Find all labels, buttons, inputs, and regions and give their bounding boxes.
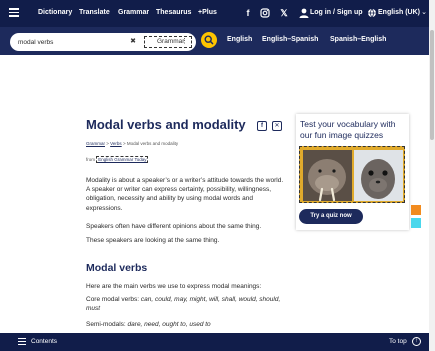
source-line: from English Grammar Today	[86, 156, 149, 163]
clear-search-icon[interactable]: ✖	[128, 37, 138, 47]
user-icon[interactable]	[298, 7, 310, 19]
nav-thesaurus[interactable]: Thesaurus	[156, 9, 191, 16]
scrollbar[interactable]	[429, 0, 435, 351]
chevron-down-icon[interactable]: ⌄	[420, 7, 428, 19]
hamburger-icon[interactable]	[9, 8, 19, 17]
accent-block-cyan	[411, 218, 421, 228]
lang-link-english[interactable]: English	[227, 36, 252, 43]
search-box: ✖ Grammar ⋮	[10, 33, 196, 51]
nav-translate[interactable]: Translate	[79, 9, 110, 16]
search-button[interactable]	[201, 32, 217, 48]
contents-button[interactable]: Contents	[31, 338, 57, 345]
bottom-bar: Contents To top ↑	[0, 333, 435, 351]
search-input[interactable]	[18, 36, 118, 48]
semi-modals-list: dare, need, ought to, used to	[127, 321, 211, 328]
intro-paragraph: Modality is about a speaker’s or a write…	[86, 177, 284, 212]
scrollbar-thumb[interactable]	[430, 30, 434, 140]
quiz-image[interactable]	[299, 146, 405, 203]
nav-dictionary[interactable]: Dictionary	[38, 9, 72, 16]
lang-link-spanish-english[interactable]: Spanish–English	[330, 36, 386, 43]
lang-link-english-spanish[interactable]: English–Spanish	[262, 36, 318, 43]
breadcrumb: Grammar > Verbs > Modal verbs and modali…	[86, 141, 178, 146]
breadcrumb-grammar[interactable]: Grammar	[86, 141, 105, 146]
paragraph-3: These speakers are looking at the same t…	[86, 237, 220, 244]
facebook-share-icon[interactable]: f	[257, 121, 267, 131]
search-icon	[204, 35, 214, 45]
nav-grammar[interactable]: Grammar	[118, 9, 149, 16]
language-selector[interactable]: English (UK)	[378, 9, 420, 16]
facebook-icon[interactable]: f	[242, 7, 254, 19]
paragraph-2: Speakers often have different opinions a…	[86, 223, 262, 230]
core-modals-label: Core modal verbs:	[86, 296, 141, 303]
login-signup-link[interactable]: Log in / Sign up	[310, 9, 363, 16]
breadcrumb-verbs[interactable]: Verbs	[110, 141, 122, 146]
instagram-icon[interactable]	[259, 7, 271, 19]
source-link[interactable]: English Grammar Today	[96, 156, 149, 163]
dictionary-select[interactable]: Grammar ⋮	[144, 36, 192, 48]
search-bar: ✖ Grammar ⋮ English English–Spanish Span…	[0, 27, 435, 55]
quiz-card: Test your vocabulary with our fun image …	[296, 114, 409, 230]
to-top-button[interactable]: To top	[389, 338, 407, 345]
section-intro: Here are the main verbs we use to expres…	[86, 283, 262, 290]
quiz-title: Test your vocabulary with our fun image …	[300, 119, 396, 140]
page-title: Modal verbs and modality	[86, 117, 246, 132]
semi-modals-label: Semi-modals:	[86, 321, 128, 328]
nav-plus[interactable]: +Plus	[198, 9, 217, 16]
contents-icon[interactable]	[18, 338, 26, 345]
semi-modals: Semi-modals: dare, need, ought to, used …	[86, 320, 286, 329]
arrow-up-icon[interactable]: ↑	[412, 337, 421, 346]
globe-icon	[366, 7, 378, 19]
top-navigation: Dictionary Translate Grammar Thesaurus +…	[0, 0, 435, 27]
x-icon[interactable]: 𝕏	[278, 7, 290, 19]
x-share-icon[interactable]: ✕	[272, 121, 282, 131]
more-options-icon[interactable]: ⋮	[181, 37, 188, 47]
breadcrumb-current: Modal verbs and modality	[126, 141, 179, 146]
core-modals: Core modal verbs: can, could, may, might…	[86, 295, 286, 313]
accent-block-orange	[411, 205, 421, 215]
section-heading: Modal verbs	[86, 262, 148, 274]
source-prefix: from	[86, 157, 95, 162]
try-quiz-button[interactable]: Try a quiz now	[299, 209, 363, 224]
